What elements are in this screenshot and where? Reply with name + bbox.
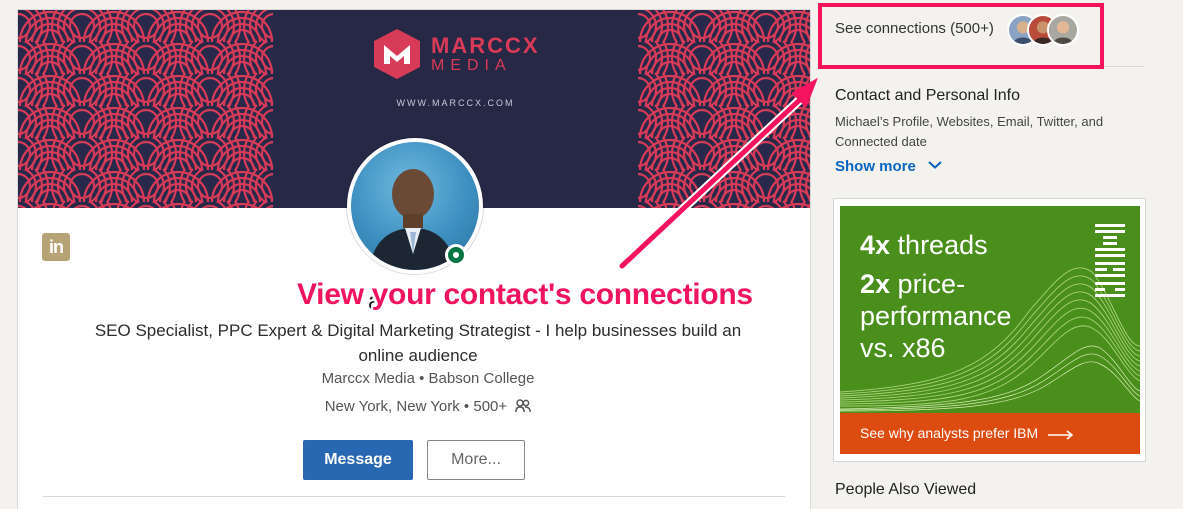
chevron-down-icon xyxy=(928,161,942,169)
banner-wave-pattern-right xyxy=(638,10,810,208)
ad-container: 4x threads 2x price-performance vs. x86 … xyxy=(833,198,1146,462)
annotation-highlight-box xyxy=(818,3,1104,69)
people-also-viewed-heading: People Also Viewed xyxy=(835,481,977,498)
ad-headline-2: 2x price-performance vs. x86 xyxy=(860,268,1050,364)
marccx-logo-icon xyxy=(374,29,420,79)
show-more-label: Show more xyxy=(835,158,916,175)
ad-headline-1-strong: 4x xyxy=(860,230,891,260)
annotation-callout-text: View your contact's connections xyxy=(297,278,753,311)
ad-headline-1-rest: threads xyxy=(890,230,988,260)
ad-headline-1: 4x threads xyxy=(860,230,988,260)
profile-sidebar: See connections (500+) Contact and Perso… xyxy=(818,0,1148,509)
banner-wave-pattern-left xyxy=(18,10,273,208)
message-button[interactable]: Message xyxy=(303,440,413,480)
profile-card: MARCCX MEDIA WWW.MARCCX.COM in a SEO Spe… xyxy=(18,10,810,509)
profile-company-school: Marccx Media • Babson College xyxy=(321,370,535,387)
profile-location-connections: New York, New York • 500+ xyxy=(248,398,608,415)
contact-info-title: Contact and Personal Info xyxy=(835,87,1021,104)
ibm-advertisement[interactable]: 4x threads 2x price-performance vs. x86 … xyxy=(840,206,1140,454)
location-text: New York, New York • 500+ xyxy=(324,398,508,415)
more-actions-button[interactable]: More... xyxy=(427,440,525,480)
linkedin-icon[interactable]: in xyxy=(42,233,70,261)
card-divider xyxy=(43,496,785,497)
brand-url: WWW.MARCCX.COM xyxy=(396,98,515,108)
online-status-icon xyxy=(445,244,467,266)
profile-headline: SEO Specialist, PPC Expert & Digital Mar… xyxy=(94,321,742,365)
arrow-right-icon xyxy=(1048,430,1074,440)
brand-subtitle: MEDIA xyxy=(431,57,512,74)
ad-cta-label: See why analysts prefer IBM xyxy=(860,425,1039,441)
ad-cta-button[interactable]: See why analysts prefer IBM xyxy=(840,413,1140,454)
brand-name: MARCCX xyxy=(431,33,540,58)
ad-headline-2-strong: 2x xyxy=(860,269,891,299)
contact-info-description: Michael’s Profile, Websites, Email, Twit… xyxy=(835,114,1104,149)
show-more-button[interactable]: Show more xyxy=(835,158,942,175)
people-icon xyxy=(515,399,532,413)
ibm-logo-icon xyxy=(1095,224,1125,297)
